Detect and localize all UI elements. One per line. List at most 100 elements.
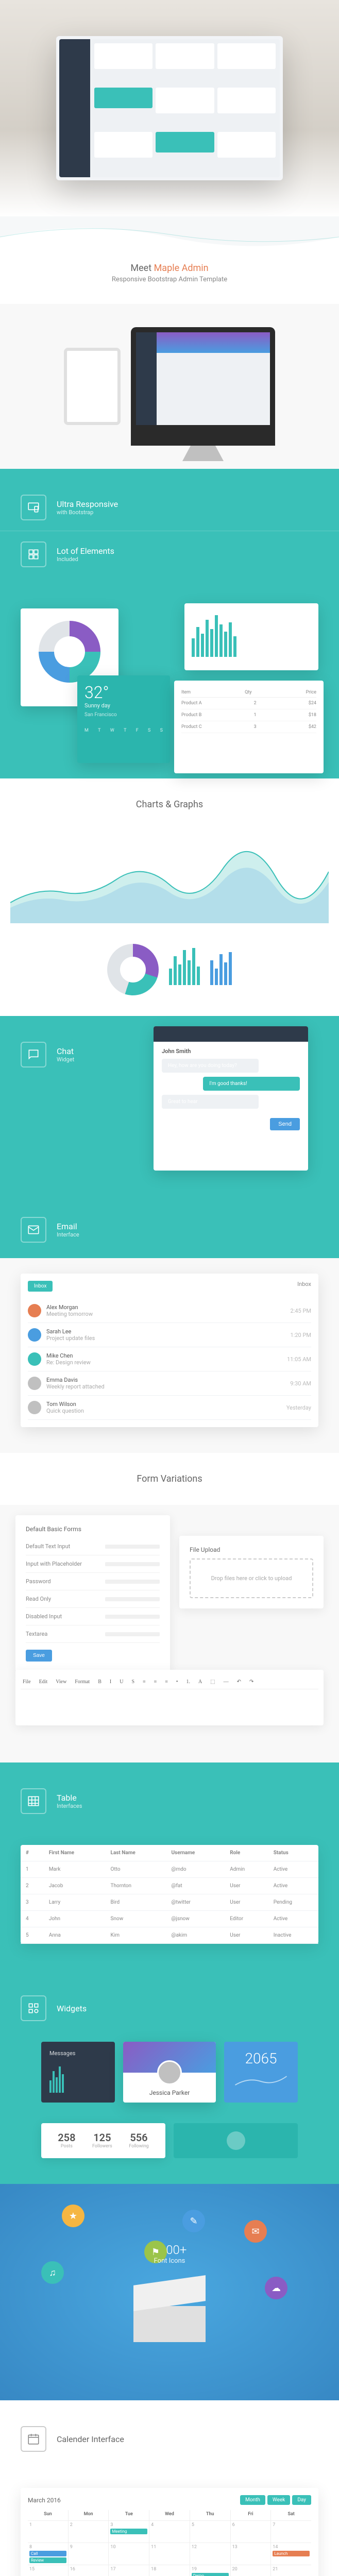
toolbar-btn[interactable]: U (117, 1678, 125, 1686)
icon-ball: ✎ (182, 2210, 205, 2232)
avatar (28, 1401, 41, 1414)
cal-day-cell[interactable]: 17 (109, 2565, 149, 2576)
table-header: # (21, 1845, 44, 1861)
form-save-button[interactable]: Save (26, 1650, 52, 1662)
toolbar-btn[interactable]: 1. (184, 1678, 192, 1686)
chat-section: ChatWidget John Smith Hey, how are you d… (0, 1016, 339, 1191)
cal-day-cell[interactable]: 9 (69, 2543, 109, 2565)
toolbar-btn[interactable]: File (21, 1678, 33, 1686)
stats-widget: 258Posts125Followers556Following (41, 2123, 165, 2158)
devices-mockup (0, 304, 339, 469)
toolbar-btn[interactable]: Edit (37, 1678, 50, 1686)
profile-widget: Jessica Parker (123, 2042, 216, 2103)
cal-day-cell[interactable]: 6 (231, 2521, 271, 2543)
cal-day-cell[interactable]: 20 (231, 2565, 271, 2576)
table-row[interactable]: 3LarryBird@twitterUserPending (21, 1894, 318, 1911)
cal-day-cell[interactable]: 7 (271, 2521, 311, 2543)
icon-box (133, 2280, 206, 2342)
toolbar-btn[interactable]: View (54, 1678, 69, 1686)
upload-form-card: File Upload Drop files here or click to … (179, 1536, 324, 1608)
form-field-row: Default Text Input (26, 1538, 160, 1555)
toolbar-btn[interactable]: ≡ (152, 1678, 159, 1686)
form-field-row: Disabled Input (26, 1608, 160, 1625)
imac-mockup (131, 327, 275, 446)
cal-day-cell[interactable]: 1 (28, 2521, 68, 2543)
cal-view-btn[interactable]: Day (292, 2495, 311, 2505)
responsive-icon (21, 495, 46, 520)
table-header: Username (166, 1845, 225, 1861)
wave-divider (0, 216, 339, 247)
teal-widget (174, 2123, 298, 2158)
mini-bar-chart (169, 944, 200, 985)
cal-day-cell[interactable]: 18 (149, 2565, 190, 2576)
cal-day-cell[interactable]: 3Meeting (109, 2521, 149, 2543)
toolbar-btn[interactable]: Format (73, 1678, 92, 1686)
toolbar-btn[interactable]: ≡ (163, 1678, 170, 1686)
cal-day-cell[interactable]: 10 (109, 2543, 149, 2565)
stat-item: 258Posts (58, 2131, 75, 2150)
cal-day-cell[interactable]: 8CallReview (28, 2543, 68, 2565)
table-row[interactable]: 2JacobThornton@fatUserActive (21, 1878, 318, 1894)
toolbar-btn[interactable]: • (174, 1678, 180, 1686)
cal-day-header: Sat (271, 2510, 311, 2520)
email-row[interactable]: Tom WilsonQuick questionYesterday (28, 1396, 311, 1420)
small-charts-row (0, 934, 339, 1016)
toolbar-btn[interactable]: ⬚ (208, 1678, 217, 1686)
table-row[interactable]: 1MarkOtto@mdoAdminActive (21, 1861, 318, 1878)
cal-day-cell[interactable]: 13 (231, 2543, 271, 2565)
icon-ball: ☁ (265, 2277, 287, 2299)
cal-day-cell[interactable]: 14Launch (271, 2543, 311, 2565)
counter-widget: 2065 (224, 2042, 298, 2103)
cal-view-btn[interactable]: Week (267, 2495, 290, 2505)
chat-widget-card: John Smith Hey, how are you doing today?… (154, 1026, 308, 1171)
widgets-icon (21, 1995, 46, 2021)
calendar-section-header: Calender Interface (0, 2400, 339, 2478)
cal-day-header: Sun (28, 2510, 68, 2520)
cal-day-cell[interactable]: 2 (69, 2521, 109, 2543)
toolbar-btn[interactable]: ↷ (247, 1678, 256, 1686)
cal-day-cell[interactable]: 19Demo (190, 2565, 230, 2576)
cal-day-cell[interactable]: 11 (149, 2543, 190, 2565)
toolbar-btn[interactable]: S (129, 1678, 137, 1686)
table-row[interactable]: 5AnnaKim@akimUserInactive (21, 1927, 318, 1944)
widgets-section: Widgets Messages Jessica Parker 2065 258… (0, 1970, 339, 2184)
toolbar-btn[interactable]: — (222, 1678, 231, 1686)
cal-day-cell[interactable]: 4 (149, 2521, 190, 2543)
hero-section (0, 0, 339, 216)
wysiwyg-toolbar: File Edit View Format BIUS ≡ ≡ ≡ • 1. A ⬚ — ↶ ↷ (21, 1675, 318, 1689)
email-row[interactable]: Emma DavisWeekly report attached9:30 AM (28, 1371, 311, 1396)
inbox-button[interactable]: Inbox (28, 1281, 53, 1292)
elements-mockup-area: 32° Sunny day San Francisco MTWTFSS Item… (0, 593, 339, 778)
toolbar-btn[interactable]: ↶ (235, 1678, 243, 1686)
avatar (28, 1304, 41, 1317)
cal-day-cell[interactable]: 16 (69, 2565, 109, 2576)
toolbar-btn[interactable]: B (96, 1678, 104, 1686)
chat-send-button[interactable]: Send (270, 1118, 300, 1130)
mini-bar-chart-2 (210, 944, 232, 985)
toolbar-btn[interactable]: A (196, 1678, 204, 1686)
table-header: First Name (44, 1845, 106, 1861)
avatar (28, 1328, 41, 1342)
email-icon (21, 1217, 46, 1243)
email-row[interactable]: Sarah LeeProject update files1:20 PM (28, 1323, 311, 1347)
toolbar-btn[interactable]: ≡ (141, 1678, 148, 1686)
email-row[interactable]: Alex MorganMeeting tomorrow2:45 PM (28, 1299, 311, 1323)
cal-day-cell[interactable]: 21 (271, 2565, 311, 2576)
avatar (28, 1352, 41, 1366)
cal-day-cell[interactable]: 15 (28, 2565, 68, 2576)
table-row[interactable]: 4JohnSnow@jsnowEditorActive (21, 1911, 318, 1927)
avatar (157, 2060, 182, 2085)
forms-mockup-area: Default Basic Forms Default Text InputIn… (0, 1505, 339, 1762)
intro-tagline: Responsive Bootstrap Admin Template (10, 276, 329, 283)
form-field-row: Read Only (26, 1590, 160, 1608)
form-field-row: Password (26, 1573, 160, 1590)
cal-day-cell[interactable]: 5 (190, 2521, 230, 2543)
wysiwyg-editor: File Edit View Format BIUS ≡ ≡ ≡ • 1. A ⬚ — ↶ ↷ (15, 1670, 324, 1725)
icon-ball: ★ (62, 2205, 84, 2227)
table-icon (21, 1788, 46, 1814)
cal-view-btn[interactable]: Month (240, 2495, 265, 2505)
email-row[interactable]: Mike ChenRe: Design review11:05 AM (28, 1347, 311, 1371)
toolbar-btn[interactable]: I (108, 1678, 113, 1686)
file-dropzone[interactable]: Drop files here or click to upload (190, 1558, 313, 1598)
cal-day-cell[interactable]: 12 (190, 2543, 230, 2565)
